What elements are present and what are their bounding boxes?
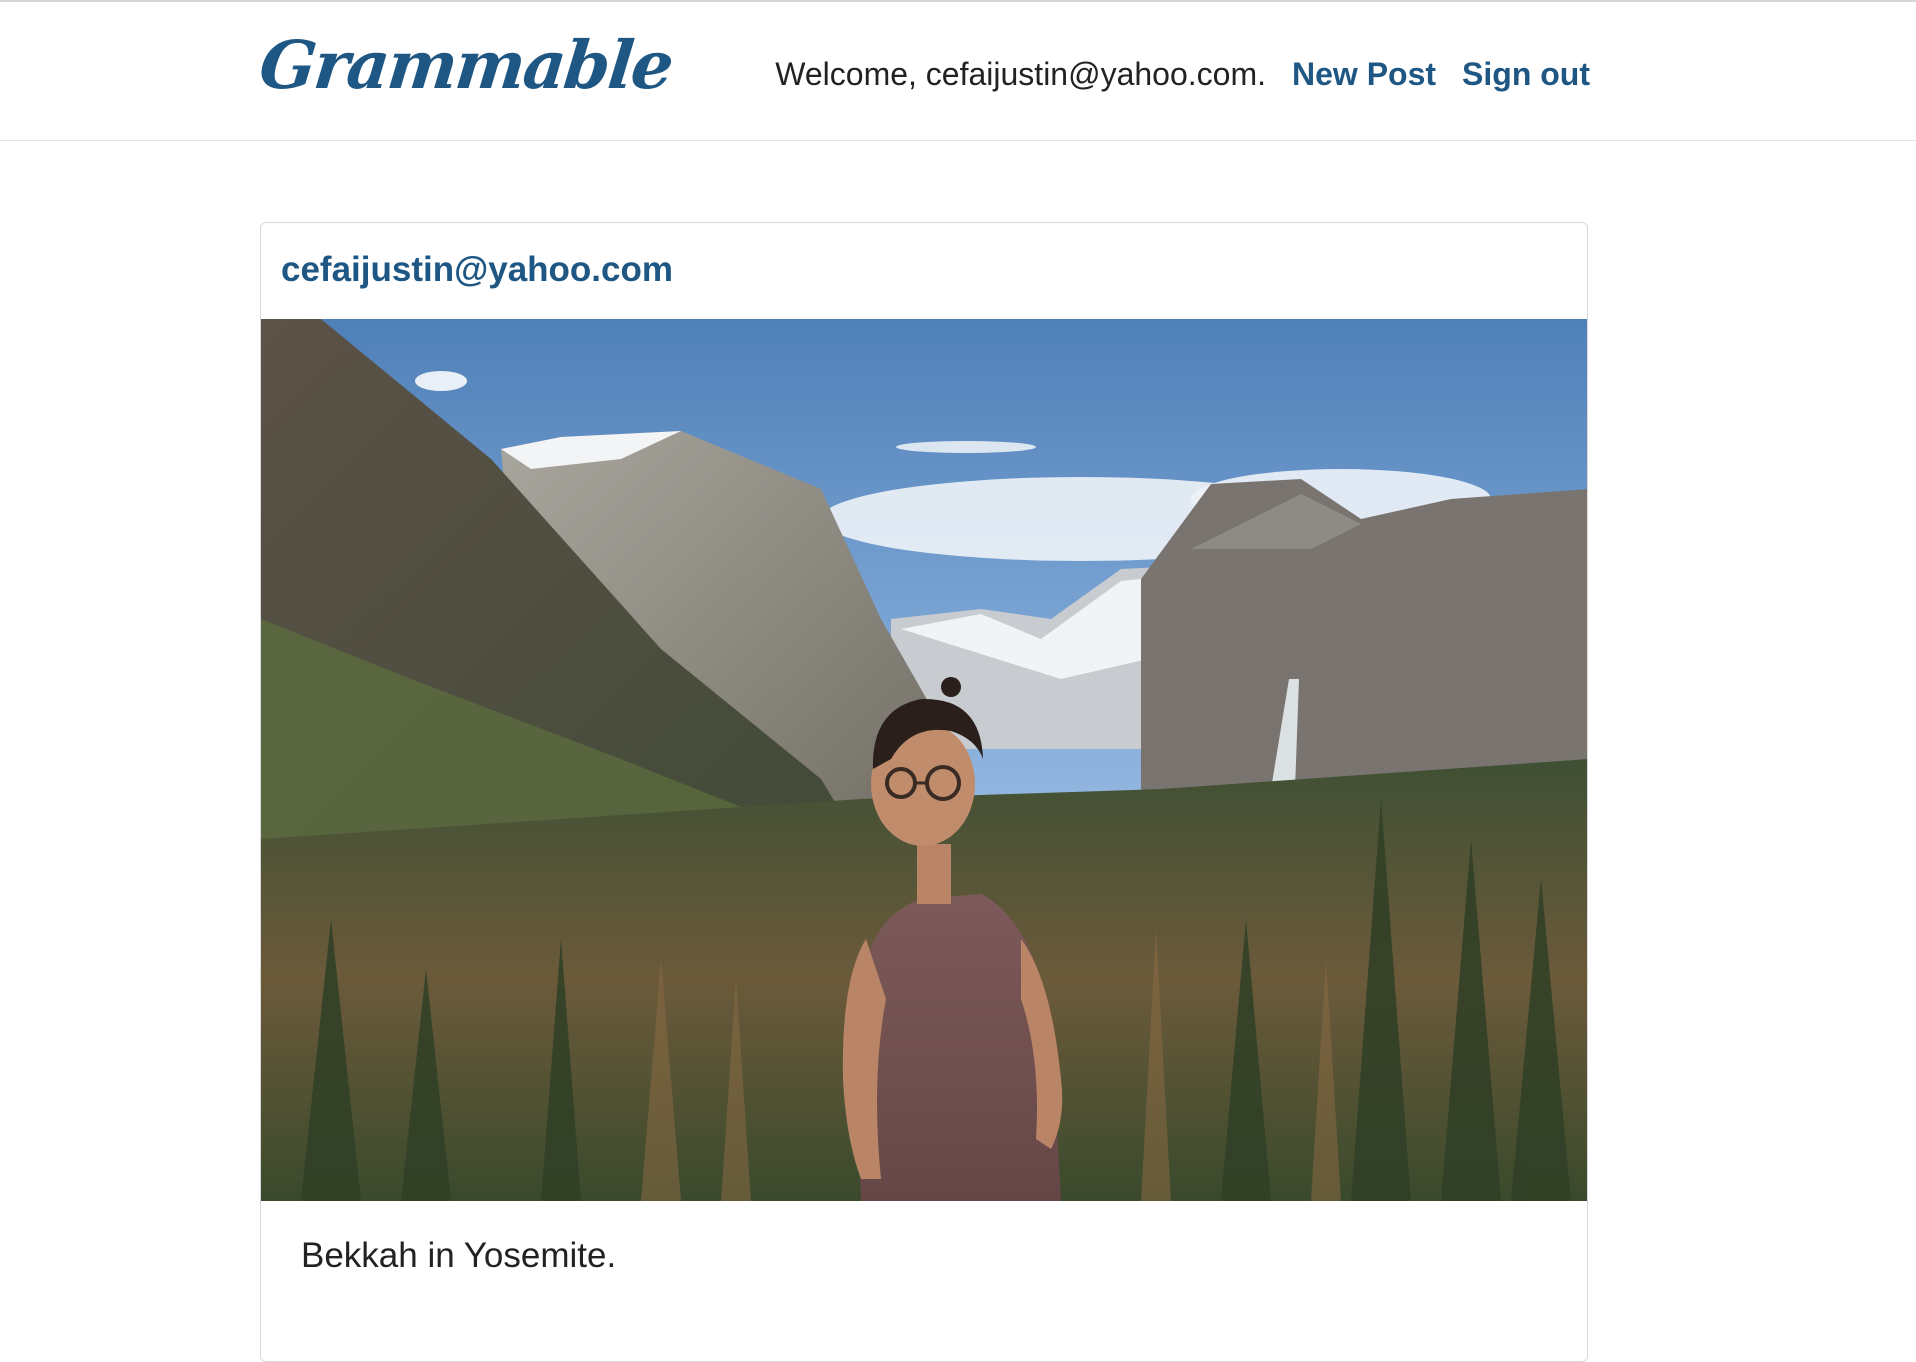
new-post-link[interactable]: New Post xyxy=(1292,58,1436,90)
post-header: cefaijustin@yahoo.com xyxy=(261,223,1587,319)
post-author[interactable]: cefaijustin@yahoo.com xyxy=(281,252,673,287)
post-card: cefaijustin@yahoo.com Bekkah in Yosemite… xyxy=(260,222,1588,1362)
welcome-text: Welcome, cefaijustin@yahoo.com. xyxy=(775,56,1266,92)
user-nav: Welcome, cefaijustin@yahoo.com. New Post… xyxy=(775,58,1590,90)
post-caption: Bekkah in Yosemite. xyxy=(301,1236,617,1275)
sign-out-link[interactable]: Sign out xyxy=(1462,58,1590,90)
post-photo xyxy=(261,319,1587,1201)
brand-logo[interactable]: Grammable xyxy=(256,26,676,104)
navbar: Grammable Welcome, cefaijustin@yahoo.com… xyxy=(0,2,1916,141)
